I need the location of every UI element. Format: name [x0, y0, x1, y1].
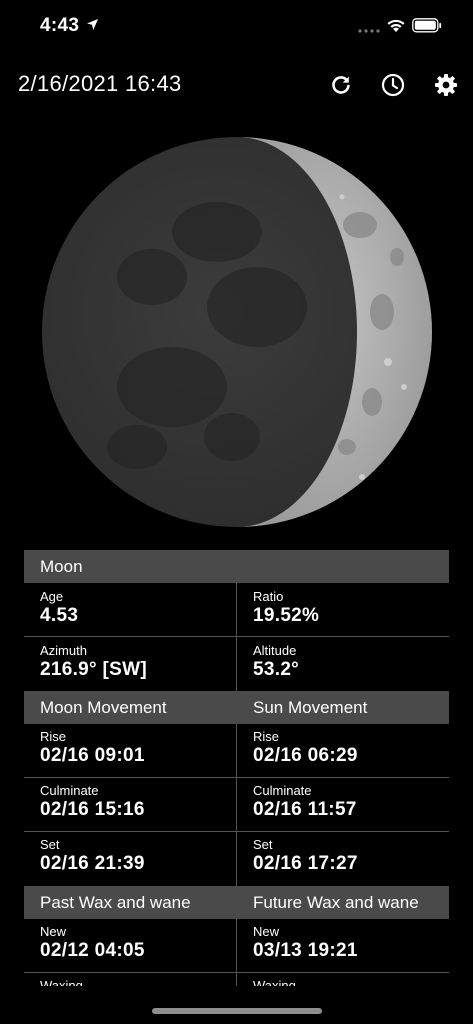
moon-section-header: Moon — [24, 550, 449, 583]
home-indicator[interactable] — [152, 1008, 322, 1014]
sun-set-label: Set — [253, 837, 273, 852]
sun-rise-label: Rise — [253, 729, 280, 744]
sun-movement-title: Sun Movement — [253, 698, 368, 717]
altitude-cell: Altitude 53.2° — [237, 638, 449, 692]
sun-rise-value: 02/16 06:29 — [253, 745, 358, 766]
ratio-cell: Ratio 19.52% — [237, 584, 449, 638]
future-new-label: New — [253, 924, 280, 939]
sun-culminate-value: 02/16 11:57 — [253, 799, 357, 820]
settings-button[interactable] — [431, 70, 461, 100]
moon-culminate-cell: Culminate 02/16 15:16 — [24, 778, 236, 832]
moon-rise-label: Rise — [40, 729, 67, 744]
future-waxing-cell: Waxing — [237, 973, 449, 986]
movement-section-header: Moon Movement Sun Movement — [24, 691, 449, 724]
status-bar: 4:43 — [0, 0, 473, 52]
battery-icon — [412, 18, 442, 33]
moon-rise-value: 02/16 09:01 — [40, 745, 145, 766]
azimuth-cell: Azimuth 216.9° [SW] — [24, 638, 236, 692]
sun-set-cell: Set 02/16 17:27 — [237, 832, 449, 886]
age-label: Age — [40, 589, 64, 604]
sun-culminate-label: Culminate — [253, 783, 312, 798]
moon-set-value: 02/16 21:39 — [40, 853, 145, 874]
altitude-value: 53.2° — [253, 659, 300, 680]
azimuth-label: Azimuth — [40, 643, 87, 658]
location-arrow-icon — [87, 19, 98, 30]
divider — [236, 583, 237, 691]
age-cell: Age 4.53 — [24, 584, 236, 638]
history-clock-button[interactable] — [378, 70, 408, 100]
status-time: 4:43 — [40, 15, 80, 36]
past-new-label: New — [40, 924, 67, 939]
gear-icon — [435, 74, 457, 96]
past-wax-wane-title: Past Wax and wane — [40, 893, 191, 912]
moon-culminate-label: Culminate — [40, 783, 99, 798]
divider — [236, 919, 237, 986]
sun-set-value: 02/16 17:27 — [253, 853, 358, 874]
moon-phase-image — [42, 137, 432, 527]
current-datetime[interactable]: 2/16/2021 16:43 — [18, 71, 182, 97]
header: 2/16/2021 16:43 — [0, 62, 473, 106]
future-waxing-label: Waxing — [253, 978, 296, 986]
moon-section-title: Moon — [40, 557, 83, 576]
moon-set-label: Set — [40, 837, 60, 852]
azimuth-value: 216.9° [SW] — [40, 659, 147, 680]
moon-info-panel: Moon Age 4.53 Ratio 19.52% Azimuth 216.9… — [24, 550, 449, 986]
sun-rise-cell: Rise 02/16 06:29 — [237, 724, 449, 778]
future-wax-wane-title: Future Wax and wane — [253, 893, 419, 912]
divider — [236, 724, 237, 886]
sun-culminate-cell: Culminate 02/16 11:57 — [237, 778, 449, 832]
moon-culminate-value: 02/16 15:16 — [40, 799, 145, 820]
ratio-value: 19.52% — [253, 605, 320, 626]
moon-movement-title: Moon Movement — [40, 698, 167, 717]
future-new-cell: New 03/13 19:21 — [237, 919, 449, 973]
past-waxing-cell: Waxing — [24, 973, 236, 986]
future-new-value: 03/13 19:21 — [253, 940, 358, 961]
clock-icon — [381, 73, 405, 97]
moon-rise-cell: Rise 02/16 09:01 — [24, 724, 236, 778]
moon-set-cell: Set 02/16 21:39 — [24, 832, 236, 886]
cellular-signal-icon — [358, 29, 380, 33]
past-new-cell: New 02/12 04:05 — [24, 919, 236, 973]
past-waxing-label: Waxing — [40, 978, 83, 986]
ratio-label: Ratio — [253, 589, 284, 604]
past-new-value: 02/12 04:05 — [40, 940, 145, 961]
refresh-icon — [332, 76, 350, 94]
wifi-icon — [387, 19, 405, 32]
wax-wane-section-header: Past Wax and wane Future Wax and wane — [24, 886, 449, 919]
altitude-label: Altitude — [253, 643, 297, 658]
refresh-button[interactable] — [326, 70, 356, 100]
age-value: 4.53 — [40, 605, 79, 626]
